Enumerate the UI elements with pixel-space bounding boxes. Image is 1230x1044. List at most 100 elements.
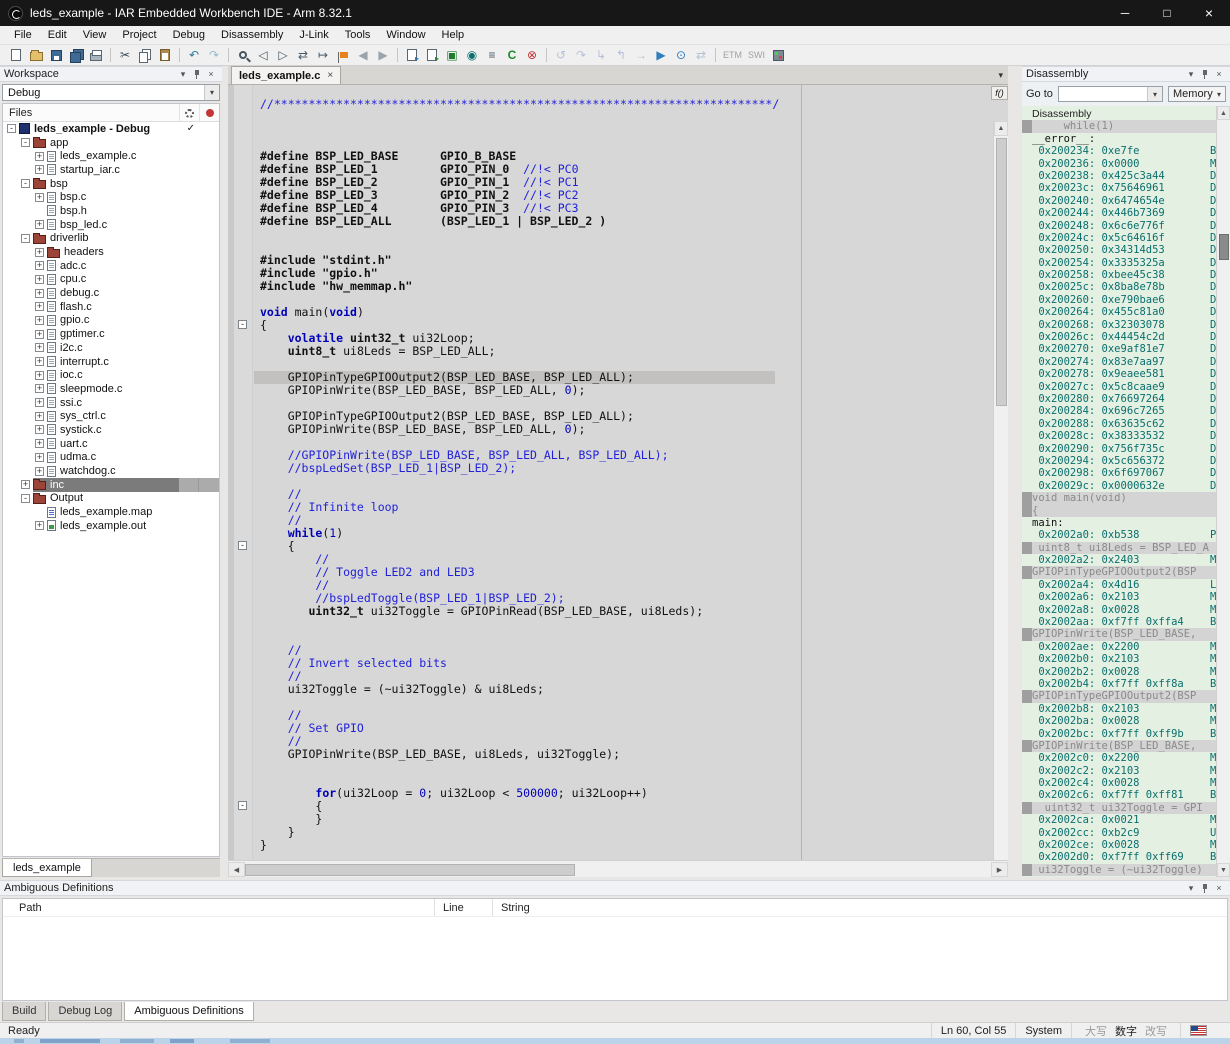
expand-box[interactable]: +: [35, 165, 44, 174]
scroll-right-arrow[interactable]: ▶: [991, 862, 1008, 877]
go-to-line-button[interactable]: ↦: [313, 46, 333, 64]
expand-box[interactable]: +: [35, 193, 44, 202]
tree-item-gptimer-c[interactable]: +gptimer.c: [3, 327, 219, 341]
disassembly-scrollbar[interactable]: ▲ ▼: [1216, 106, 1230, 877]
toggle-debugger-button[interactable]: ◉: [462, 46, 482, 64]
disasm-row[interactable]: while(1): [1022, 120, 1216, 132]
disasm-row[interactable]: 0x200250: 0x34314d53D: [1022, 244, 1216, 256]
tree-item-ioc-c[interactable]: +ioc.c: [3, 368, 219, 382]
expand-box[interactable]: +: [35, 316, 44, 325]
tree-item-leds-example-debug[interactable]: -leds_example - Debug✓: [3, 122, 219, 136]
disasm-row[interactable]: 0x2002bc: 0xf7ff 0xff9bB: [1022, 728, 1216, 740]
disasm-row[interactable]: 0x2002a8: 0x0028M: [1022, 604, 1216, 616]
disasm-row[interactable]: 0x200268: 0x32303078D: [1022, 319, 1216, 331]
expand-box[interactable]: +: [35, 302, 44, 311]
panel-menu-button[interactable]: ▾: [1184, 882, 1198, 894]
etm-trace-button[interactable]: ETM: [720, 50, 745, 60]
disasm-row[interactable]: 0x2002c6: 0xf7ff 0xff81B: [1022, 789, 1216, 801]
toggle-breakpoint-button[interactable]: ⇄: [691, 46, 711, 64]
open-file-button[interactable]: [26, 46, 46, 64]
panel-menu-button[interactable]: ▾: [176, 68, 190, 80]
scroll-thumb[interactable]: [996, 138, 1007, 406]
scroll-thumb[interactable]: [1219, 234, 1229, 260]
menu-project[interactable]: Project: [114, 26, 164, 44]
fold-marker[interactable]: -: [238, 541, 247, 550]
disassembly-close-button[interactable]: ×: [1212, 68, 1226, 80]
messages-tab-debug-log[interactable]: Debug Log: [48, 1002, 122, 1021]
disassembly-listing[interactable]: Disassembly while(1)__error__: 0x200234:…: [1022, 108, 1216, 876]
disasm-row[interactable]: 0x20028c: 0x38333532D: [1022, 430, 1216, 442]
disasm-row[interactable]: 0x2002b8: 0x2103M: [1022, 703, 1216, 715]
disasm-row[interactable]: {: [1022, 505, 1216, 517]
tree-item-leds-example-map[interactable]: leds_example.map: [3, 505, 219, 519]
memory-selector[interactable]: Memory ▾: [1168, 86, 1226, 102]
tree-item-bsp-h[interactable]: bsp.h: [3, 204, 219, 218]
disasm-row[interactable]: main:: [1022, 517, 1216, 529]
expand-box[interactable]: +: [21, 480, 30, 489]
step-over-button[interactable]: ↷: [571, 46, 591, 64]
disasm-row[interactable]: 0x200264: 0x455c81a0D: [1022, 306, 1216, 318]
disasm-row[interactable]: 0x20029c: 0x0000632eD: [1022, 480, 1216, 492]
configuration-selector[interactable]: Debug ▾: [2, 84, 220, 101]
disasm-row[interactable]: 0x2002ce: 0x0028M: [1022, 839, 1216, 851]
tree-item-bsp[interactable]: -bsp: [3, 177, 219, 191]
expand-box[interactable]: +: [35, 384, 44, 393]
disasm-row[interactable]: 0x200290: 0x756f735cD: [1022, 443, 1216, 455]
copy-button[interactable]: [135, 46, 155, 64]
tree-item-sleepmode-c[interactable]: +sleepmode.c: [3, 382, 219, 396]
swo-trace-button[interactable]: SWI: [745, 50, 768, 60]
tree-item-output[interactable]: -Output: [3, 492, 219, 506]
disasm-row[interactable]: 0x200244: 0x446b7369D: [1022, 207, 1216, 219]
tree-item-ssi-c[interactable]: +ssi.c: [3, 396, 219, 410]
column-path[interactable]: Path: [3, 899, 435, 916]
us-flag-icon[interactable]: [1190, 1025, 1207, 1036]
function-list-button[interactable]: f(): [991, 86, 1008, 100]
tree-item-headers[interactable]: +headers: [3, 245, 219, 259]
disasm-row[interactable]: 0x20023c: 0x75646961D: [1022, 182, 1216, 194]
fold-marker[interactable]: -: [238, 320, 247, 329]
toggle-bookmark-button[interactable]: [333, 46, 353, 64]
previous-bookmark-button[interactable]: ◀: [353, 46, 373, 64]
disasm-row[interactable]: 0x2002a6: 0x2103M: [1022, 591, 1216, 603]
disasm-row[interactable]: 0x2002cc: 0xb2c9U: [1022, 827, 1216, 839]
tab-close-icon[interactable]: ×: [327, 70, 333, 81]
compile-button[interactable]: [402, 46, 422, 64]
maximize-button[interactable]: □: [1146, 0, 1188, 26]
expand-box[interactable]: +: [35, 398, 44, 407]
step-into-button[interactable]: ↳: [591, 46, 611, 64]
disasm-row[interactable]: 0x200258: 0xbee45c38D: [1022, 269, 1216, 281]
tree-item-udma-c[interactable]: +udma.c: [3, 451, 219, 465]
tree-item-uart-c[interactable]: +uart.c: [3, 437, 219, 451]
code-text[interactable]: //**************************************…: [254, 85, 993, 860]
tree-item-driverlib[interactable]: -driverlib: [3, 232, 219, 246]
tree-item-app[interactable]: -app: [3, 136, 219, 150]
disasm-row[interactable]: 0x200284: 0x696c7265D: [1022, 405, 1216, 417]
tree-item-leds-example-out[interactable]: +leds_example.out: [3, 519, 219, 533]
expand-box[interactable]: +: [35, 439, 44, 448]
goto-address-input[interactable]: ▾: [1058, 86, 1163, 102]
disasm-row[interactable]: 0x20027c: 0x5c8caae9D: [1022, 381, 1216, 393]
expand-box[interactable]: +: [35, 357, 44, 366]
disasm-row[interactable]: 0x2002aa: 0xf7ff 0xffa4B: [1022, 616, 1216, 628]
disasm-row[interactable]: 0x200270: 0xe9af81e7D: [1022, 343, 1216, 355]
messages-tab-build[interactable]: Build: [2, 1002, 46, 1021]
new-document-button[interactable]: [6, 46, 26, 64]
expand-box[interactable]: +: [35, 275, 44, 284]
expand-box[interactable]: +: [35, 343, 44, 352]
menu-file[interactable]: File: [6, 26, 40, 44]
column-line[interactable]: Line: [435, 899, 493, 916]
undo-button[interactable]: ↶: [184, 46, 204, 64]
disasm-row[interactable]: 0x200238: 0x425c3a44D: [1022, 170, 1216, 182]
expand-box[interactable]: +: [35, 371, 44, 380]
disasm-row[interactable]: 0x200248: 0x6c6e776fD: [1022, 220, 1216, 232]
disasm-row[interactable]: 0x200278: 0x9eaee581D: [1022, 368, 1216, 380]
disasm-row[interactable]: void main(void): [1022, 492, 1216, 504]
expand-box[interactable]: -: [21, 179, 30, 188]
disasm-row[interactable]: 0x2002b0: 0x2103M: [1022, 653, 1216, 665]
tree-item-sys-ctrl-c[interactable]: +sys_ctrl.c: [3, 409, 219, 423]
tree-item-debug-c[interactable]: +debug.c: [3, 286, 219, 300]
scroll-thumb[interactable]: [245, 864, 575, 876]
menu-disassembly[interactable]: Disassembly: [213, 26, 291, 44]
break-button[interactable]: ⊙: [671, 46, 691, 64]
expand-box[interactable]: +: [35, 220, 44, 229]
